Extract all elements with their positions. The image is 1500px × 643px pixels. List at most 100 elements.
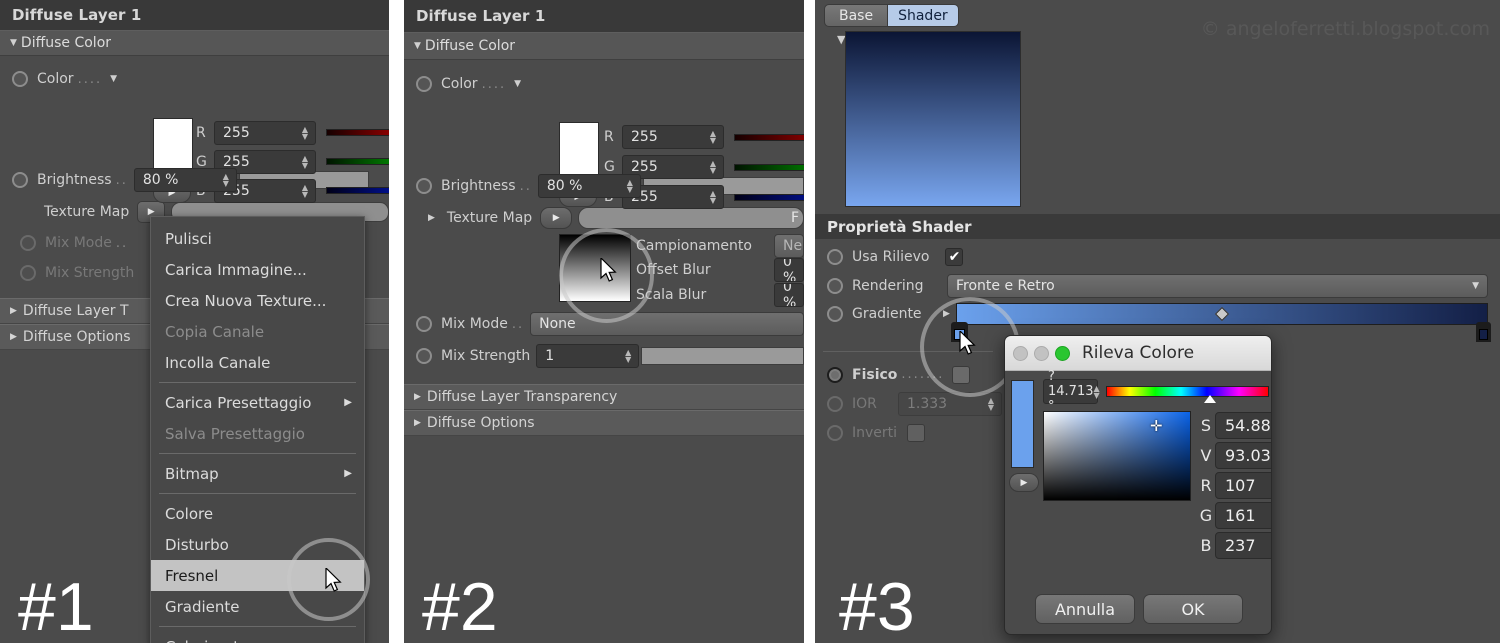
ok-button[interactable]: OK — [1143, 594, 1243, 624]
r-stepper-icon[interactable]: ▲ ▼ — [710, 130, 719, 145]
menu-item-carica-presettaggio[interactable]: Carica Presettaggio ▶ — [151, 387, 364, 418]
inverti-checkbox[interactable] — [907, 423, 926, 442]
gradient-bar[interactable] — [955, 303, 1488, 325]
mix-mode-combo[interactable]: None — [530, 312, 804, 336]
channel-field-v[interactable]: 93.039 %▲▼ — [1215, 441, 1271, 469]
mix-strength-stepper-icon[interactable]: ▲ ▼ — [625, 349, 634, 364]
color-swatch[interactable] — [559, 122, 599, 182]
saturation-value-square[interactable] — [1043, 411, 1191, 501]
dialog-buttons: Annulla OK — [1005, 594, 1271, 624]
swatch-expand-button[interactable]: ▶ — [1009, 473, 1039, 492]
expand-triangle-right-icon[interactable]: ▶ — [10, 306, 17, 316]
menu-item-bitmap[interactable]: Bitmap ▶ — [151, 458, 364, 489]
b-stepper-icon[interactable]: ▲ ▼ — [302, 183, 311, 198]
menu-item-disturbo[interactable]: Disturbo — [151, 529, 364, 560]
hue-stepper-icon[interactable]: ▲ ▼ — [1093, 384, 1102, 399]
brightness-stepper-icon[interactable]: ▲ ▼ — [627, 179, 636, 194]
g-stepper-icon[interactable]: ▲ ▼ — [302, 154, 311, 169]
usa-rilievo-checkbox[interactable]: ✔ — [945, 248, 964, 266]
panel3-step-number: #3 — [839, 569, 915, 643]
texture-map-expand-triangle-icon[interactable]: ▶ — [428, 213, 435, 223]
cancel-button[interactable]: Annulla — [1035, 594, 1135, 624]
tab-base[interactable]: Base — [824, 4, 889, 27]
menu-item-gradiente[interactable]: Gradiente — [151, 591, 364, 622]
fisico-checkbox[interactable] — [952, 365, 971, 384]
shader-preview-thumbnail[interactable] — [845, 31, 1021, 207]
inverti-radio[interactable] — [827, 424, 843, 441]
collapse-triangle-down-icon[interactable]: ▼ — [10, 38, 17, 48]
menu-item-pulisci[interactable]: Pulisci — [151, 223, 364, 254]
color-radio[interactable] — [12, 71, 28, 87]
mouse-cursor-icon — [600, 258, 617, 282]
scala-blur-field[interactable]: 0 % — [774, 282, 804, 307]
rendering-radio[interactable] — [827, 277, 843, 294]
texture-preview-thumbnail[interactable] — [559, 234, 631, 302]
brightness-field[interactable]: 80 % ▲ ▼ — [133, 168, 237, 192]
ior-field[interactable]: 1.333 ▲ ▼ — [898, 391, 1002, 416]
panel2-section-diffuse-layer-transparency[interactable]: ▶ Diffuse Layer Transparency — [404, 384, 804, 410]
menu-item-colore[interactable]: Colore — [151, 498, 364, 529]
gradient-stop-right[interactable] — [1476, 322, 1491, 342]
r-colorbar[interactable] — [734, 133, 804, 141]
b-colorbar[interactable] — [734, 193, 804, 201]
color-chevron-down-icon[interactable]: ▼ — [110, 74, 117, 84]
gradient-knot-marker-icon[interactable] — [1214, 306, 1230, 322]
dialog-titlebar[interactable]: Rileva Colore — [1005, 336, 1271, 371]
gradiente-expand-triangle-icon[interactable]: ▶ — [943, 309, 950, 319]
fisico-radio[interactable] — [827, 366, 843, 383]
r-colorbar[interactable] — [326, 129, 389, 136]
b-stepper-icon[interactable]: ▲ ▼ — [710, 190, 719, 205]
campionamento-combo[interactable]: Ne — [774, 233, 804, 258]
brightness-field[interactable]: 80 % ▲ ▼ — [537, 174, 641, 198]
channel-field-g[interactable]: 161▲▼ — [1215, 501, 1271, 529]
hue-spectrum-slider[interactable] — [1106, 386, 1269, 403]
color-radio[interactable] — [416, 76, 432, 92]
menu-item-crea-nuova-texture[interactable]: Crea Nuova Texture... — [151, 285, 364, 316]
current-color-swatch[interactable] — [1011, 380, 1034, 468]
panel1-diffuse-color-group[interactable]: ▼ Diffuse Color — [0, 30, 389, 56]
panel2-diffuse-color-group[interactable]: ▼ Diffuse Color — [404, 32, 804, 60]
usa-rilievo-radio[interactable] — [827, 249, 843, 265]
mix-strength-slider[interactable] — [641, 347, 804, 365]
color-chevron-down-icon[interactable]: ▼ — [514, 79, 521, 89]
brightness-radio[interactable] — [416, 178, 432, 194]
sv-crosshair-icon[interactable]: ✛ — [1150, 419, 1163, 434]
panel2-section-diffuse-options[interactable]: ▶ Diffuse Options — [404, 410, 804, 436]
r-stepper-icon[interactable]: ▲ ▼ — [302, 125, 311, 140]
g-colorbar[interactable] — [326, 158, 389, 165]
channel-field-r[interactable]: 107▲▼ — [1215, 471, 1271, 499]
mix-strength-radio[interactable] — [416, 348, 432, 364]
expand-triangle-right-icon[interactable]: ▶ — [10, 332, 17, 342]
mix-mode-radio[interactable] — [416, 316, 432, 332]
r-field[interactable]: 255 ▲ ▼ — [214, 120, 316, 145]
brightness-stepper-icon[interactable]: ▲ ▼ — [223, 173, 232, 188]
mix-mode-radio[interactable] — [20, 235, 36, 251]
g-stepper-icon[interactable]: ▲ ▼ — [710, 160, 719, 175]
mix-strength-radio[interactable] — [20, 265, 36, 281]
ior-stepper-icon[interactable]: ▲ ▼ — [988, 396, 997, 411]
hue-field[interactable]: ?14.713 ° ▲ ▼ — [1043, 369, 1100, 414]
b-colorbar[interactable] — [326, 187, 389, 194]
ior-radio[interactable] — [827, 395, 843, 412]
g-colorbar[interactable] — [734, 163, 804, 171]
mix-strength-field[interactable]: 1 ▲ ▼ — [536, 344, 640, 368]
rendering-combo[interactable]: Fronte e Retro ▼ — [947, 273, 1488, 298]
gradient-stop-right-swatch[interactable] — [1479, 329, 1488, 340]
menu-item-colorizzatore[interactable]: Colorizzatore — [151, 631, 364, 643]
expand-triangle-right-icon[interactable]: ▶ — [414, 392, 421, 402]
hue-slider-knob[interactable] — [1203, 395, 1216, 403]
channel-field-s[interactable]: 54.881 %▲▼ — [1215, 411, 1271, 439]
menu-item-carica-immagine[interactable]: Carica Immagine... — [151, 254, 364, 285]
expand-triangle-right-icon[interactable]: ▶ — [414, 418, 421, 428]
color-picker-dialog[interactable]: Rileva Colore ▶ ?14.713 ° ▲ ▼ ✛ S 54.88 … — [1004, 335, 1272, 635]
offset-blur-field[interactable]: 0 % — [774, 257, 804, 282]
collapse-triangle-down-icon[interactable]: ▼ — [414, 41, 421, 51]
brightness-radio[interactable] — [12, 172, 28, 188]
r-field[interactable]: 255 ▲ ▼ — [622, 125, 724, 149]
channel-row-r: R107▲▼ — [1197, 470, 1271, 500]
menu-item-incolla-canale[interactable]: Incolla Canale — [151, 347, 364, 378]
gradiente-radio[interactable] — [827, 306, 843, 322]
tab-shader[interactable]: Shader — [888, 4, 959, 27]
texture-map-menu-button[interactable]: ▶ — [540, 207, 573, 229]
channel-field-b[interactable]: 237▲▼ — [1215, 531, 1271, 559]
